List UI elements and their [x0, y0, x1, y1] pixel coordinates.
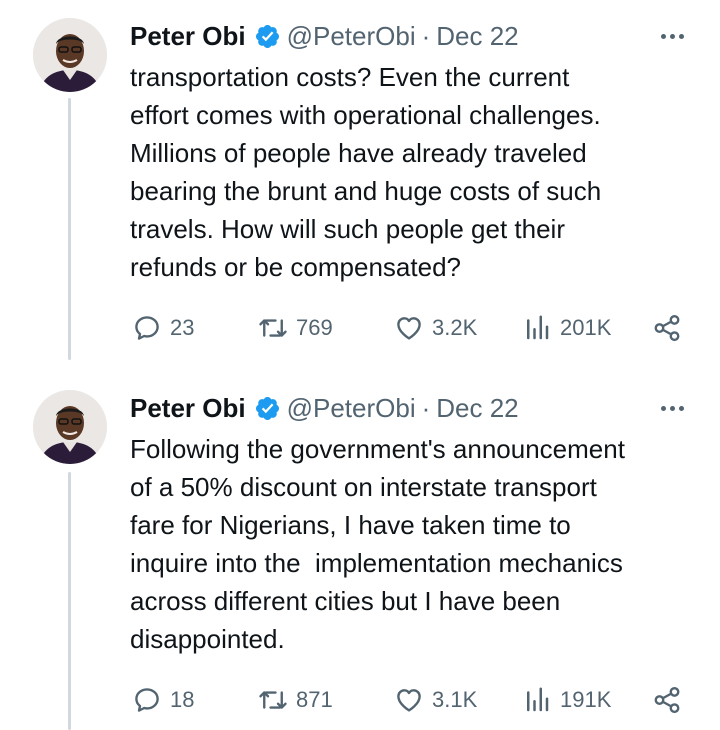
tweet-header: Peter Obi @PeterObi · Dec 22 — [130, 18, 690, 54]
repost-button[interactable]: 769 — [258, 308, 333, 348]
tweet-date[interactable]: Dec 22 — [436, 393, 518, 424]
separator-dot: · — [421, 392, 431, 423]
reply-count: 18 — [170, 687, 195, 712]
tweet[interactable]: Peter Obi @PeterObi · Dec 22 transportat… — [0, 18, 720, 358]
repost-button[interactable]: 871 — [258, 680, 333, 720]
tweet-header: Peter Obi @PeterObi · Dec 22 — [130, 390, 690, 426]
repost-arrows-icon — [259, 691, 287, 709]
verified-badge-icon — [255, 396, 279, 420]
avatar[interactable] — [33, 390, 107, 464]
separator-dot: · — [421, 20, 431, 51]
views-button[interactable]: 201K — [522, 308, 611, 348]
tweet-thread: Peter Obi @PeterObi · Dec 22 transportat… — [0, 0, 720, 730]
tweet-date[interactable]: Dec 22 — [436, 21, 518, 52]
reply-count: 23 — [170, 315, 195, 340]
reply-button[interactable]: 23 — [132, 308, 194, 348]
speech-bubble-icon — [135, 316, 159, 340]
tweet-actions: 18 871 3.1K 191K — [132, 680, 692, 720]
view-count: 191K — [560, 687, 612, 712]
verified-badge-icon — [255, 24, 279, 48]
author-handle[interactable]: @PeterObi — [287, 393, 416, 424]
share-button[interactable] — [652, 680, 682, 720]
tweet-text: transportation costs? Even the current e… — [130, 62, 602, 282]
share-icon — [654, 314, 680, 342]
bar-chart-icon — [527, 315, 549, 340]
repost-arrows-icon — [259, 319, 287, 337]
tweet-actions: 23 769 3.2K 201K — [132, 308, 692, 348]
ellipsis-icon[interactable] — [661, 390, 684, 426]
share-button[interactable] — [652, 308, 682, 348]
avatar[interactable] — [33, 18, 107, 92]
like-count: 3.2K — [432, 315, 478, 340]
like-button[interactable]: 3.2K — [394, 308, 477, 348]
ellipsis-icon[interactable] — [661, 18, 684, 54]
reply-button[interactable]: 18 — [132, 680, 194, 720]
author-name[interactable]: Peter Obi — [130, 21, 246, 52]
speech-bubble-icon — [135, 688, 159, 712]
repost-count: 871 — [296, 687, 333, 712]
heart-icon — [397, 317, 421, 340]
repost-count: 769 — [296, 315, 333, 340]
view-count: 201K — [560, 315, 612, 340]
views-button[interactable]: 191K — [522, 680, 611, 720]
heart-icon — [397, 689, 421, 712]
like-count: 3.1K — [432, 687, 478, 712]
tweet-text: Following the government's announcement … — [130, 434, 625, 654]
author-name[interactable]: Peter Obi — [130, 393, 246, 424]
bar-chart-icon — [527, 687, 549, 712]
tweet[interactable]: Peter Obi @PeterObi · Dec 22 Following t… — [0, 390, 720, 730]
share-icon — [654, 686, 680, 714]
author-handle[interactable]: @PeterObi — [287, 21, 416, 52]
like-button[interactable]: 3.1K — [394, 680, 477, 720]
